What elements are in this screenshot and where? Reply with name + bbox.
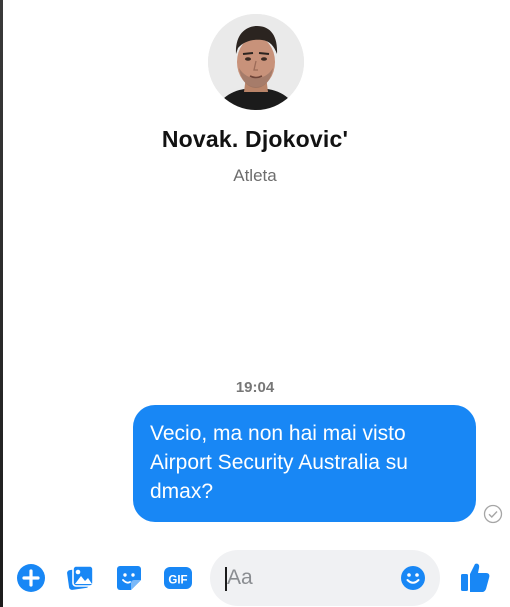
outgoing-message-bubble[interactable]: Vecio, ma non hai mai visto Airport Secu… bbox=[133, 405, 476, 522]
composer-bar: GIF bbox=[0, 548, 510, 607]
contact-subtitle: Atleta bbox=[233, 166, 277, 185]
message-text-line: Airport Security Australia su bbox=[150, 451, 408, 474]
sticker-icon[interactable] bbox=[114, 563, 144, 593]
photo-icon[interactable] bbox=[65, 563, 95, 593]
plus-icon[interactable] bbox=[16, 563, 46, 593]
message-input[interactable] bbox=[227, 566, 377, 590]
avatar-photo bbox=[208, 14, 304, 110]
contact-name[interactable]: Novak. Djokovic' bbox=[0, 126, 510, 153]
gif-label: GIF bbox=[168, 575, 187, 587]
message-input-box[interactable] bbox=[210, 550, 440, 606]
window-edge bbox=[0, 0, 3, 607]
message-text-line: dmax? bbox=[150, 480, 214, 503]
message-text-line: Vecio, ma non hai mai visto bbox=[150, 422, 406, 445]
contact-avatar[interactable] bbox=[208, 14, 304, 110]
message-timestamp: 19:04 bbox=[235, 379, 275, 396]
gif-icon[interactable]: GIF bbox=[163, 563, 193, 593]
thumbs-up-icon[interactable] bbox=[458, 560, 492, 594]
sent-check-icon bbox=[483, 504, 503, 524]
emoji-icon[interactable] bbox=[400, 565, 426, 591]
